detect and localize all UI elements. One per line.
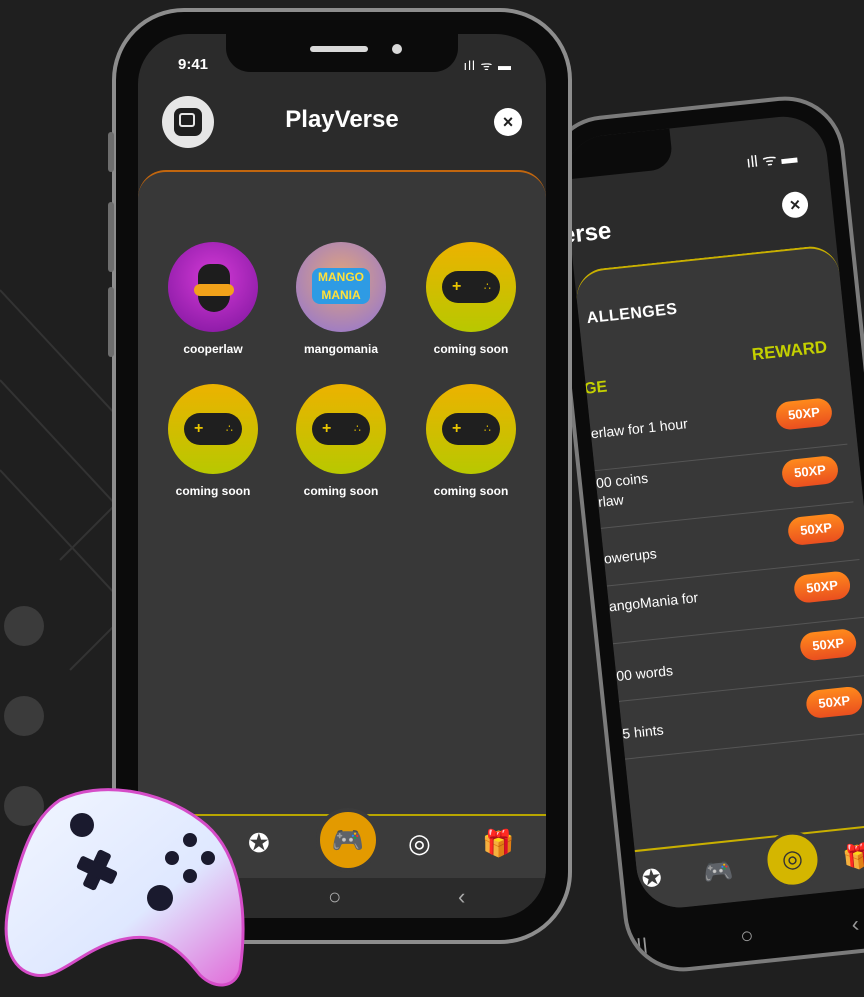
game-tile-coming-soon[interactable]: + ∴ coming soon [158, 384, 268, 498]
home-icon[interactable]: ○ [739, 922, 755, 949]
game-label: coming soon [433, 484, 509, 498]
reward-badge[interactable]: 50XP [786, 512, 846, 547]
challenge-text: 00 coins rlaw [595, 469, 649, 510]
status-time: 9:41 [178, 56, 209, 73]
back-icon[interactable]: ‹ [458, 884, 465, 910]
side-button [108, 287, 114, 357]
menu-icon[interactable]: ||| [629, 933, 649, 961]
reward-badge[interactable]: 50XP [774, 397, 834, 431]
game-tile-mangomania[interactable]: MANGO MANIA mangomania [286, 242, 396, 356]
challenge-text: angoMania for [608, 589, 699, 615]
game-tile-coming-soon[interactable]: + ∴ coming soon [416, 384, 526, 498]
challenge-text: 00 words [615, 662, 674, 685]
cooperlaw-avatar-icon [168, 242, 258, 332]
award-icon[interactable]: ✪ [640, 863, 663, 894]
reward-column-header: REWARD [750, 337, 829, 365]
challenges-heading: ALLENGES [585, 300, 679, 328]
gamepad-icon[interactable]: 🎮 [702, 856, 735, 888]
challenge-column-header: GE [583, 378, 609, 398]
close-button[interactable]: × [494, 108, 522, 136]
side-button [108, 202, 114, 272]
decor-dot [4, 606, 44, 646]
reward-badge[interactable]: 50XP [798, 627, 858, 662]
status-icons: ıll ᯤ ▬ [745, 149, 799, 172]
app-title: PlayVerse [285, 106, 399, 133]
gamepad-icon: + ∴ [426, 242, 516, 332]
gift-icon[interactable]: 🎁 [482, 828, 514, 859]
notch [559, 128, 674, 184]
back-icon[interactable]: ‹ [850, 911, 860, 938]
game-tile-coming-soon[interactable]: + ∴ coming soon [416, 242, 526, 356]
reward-badge[interactable]: 50XP [792, 570, 852, 604]
side-button [108, 132, 114, 172]
award-icon[interactable]: ✪ [248, 828, 270, 859]
game-label: coming soon [433, 342, 509, 356]
game-controller-image [4, 788, 245, 987]
reward-badge[interactable]: 50XP [804, 685, 864, 720]
target-icon[interactable]: ◎ [408, 828, 431, 859]
target-icon[interactable]: ◎ [761, 828, 824, 891]
speaker [310, 46, 368, 52]
challenge-text: erlaw for 1 hour [589, 415, 689, 442]
challenge-text: 5 hints [621, 721, 665, 742]
game-tile-cooperlaw[interactable]: cooperlaw [158, 242, 268, 356]
mangomania-logo-icon: MANGO MANIA [296, 242, 386, 332]
decor-dot [4, 696, 44, 736]
home-icon[interactable]: ○ [328, 884, 341, 910]
game-label: cooperlaw [183, 342, 243, 356]
gamepad-icon[interactable]: 🎮 [316, 808, 380, 872]
mangomania-logo-text: MANGO MANIA [312, 268, 370, 304]
notch [226, 34, 458, 72]
game-label: coming soon [175, 484, 251, 498]
game-tile-coming-soon[interactable]: + ∴ coming soon [286, 384, 396, 498]
challenge-text: owerups [603, 545, 658, 567]
close-button[interactable]: × [780, 190, 810, 220]
games-panel: cooperlaw MANGO MANIA mangomania + ∴ comi… [138, 170, 546, 818]
character-glasses [194, 284, 234, 296]
gift-icon[interactable]: 🎁 [841, 841, 864, 873]
camera [392, 44, 402, 54]
reward-badge[interactable]: 50XP [780, 454, 840, 489]
game-label: coming soon [303, 484, 379, 498]
gamepad-icon: + ∴ [426, 384, 516, 474]
game-label: mangomania [303, 342, 378, 356]
gamepad-icon: + ∴ [168, 384, 258, 474]
gamepad-icon: + ∴ [296, 384, 386, 474]
challenges-panel: ALLENGES GE REWARD erlaw for 1 hour 50XP… [573, 243, 864, 872]
status-icons: ıll ᯤ ▬ [463, 58, 512, 73]
